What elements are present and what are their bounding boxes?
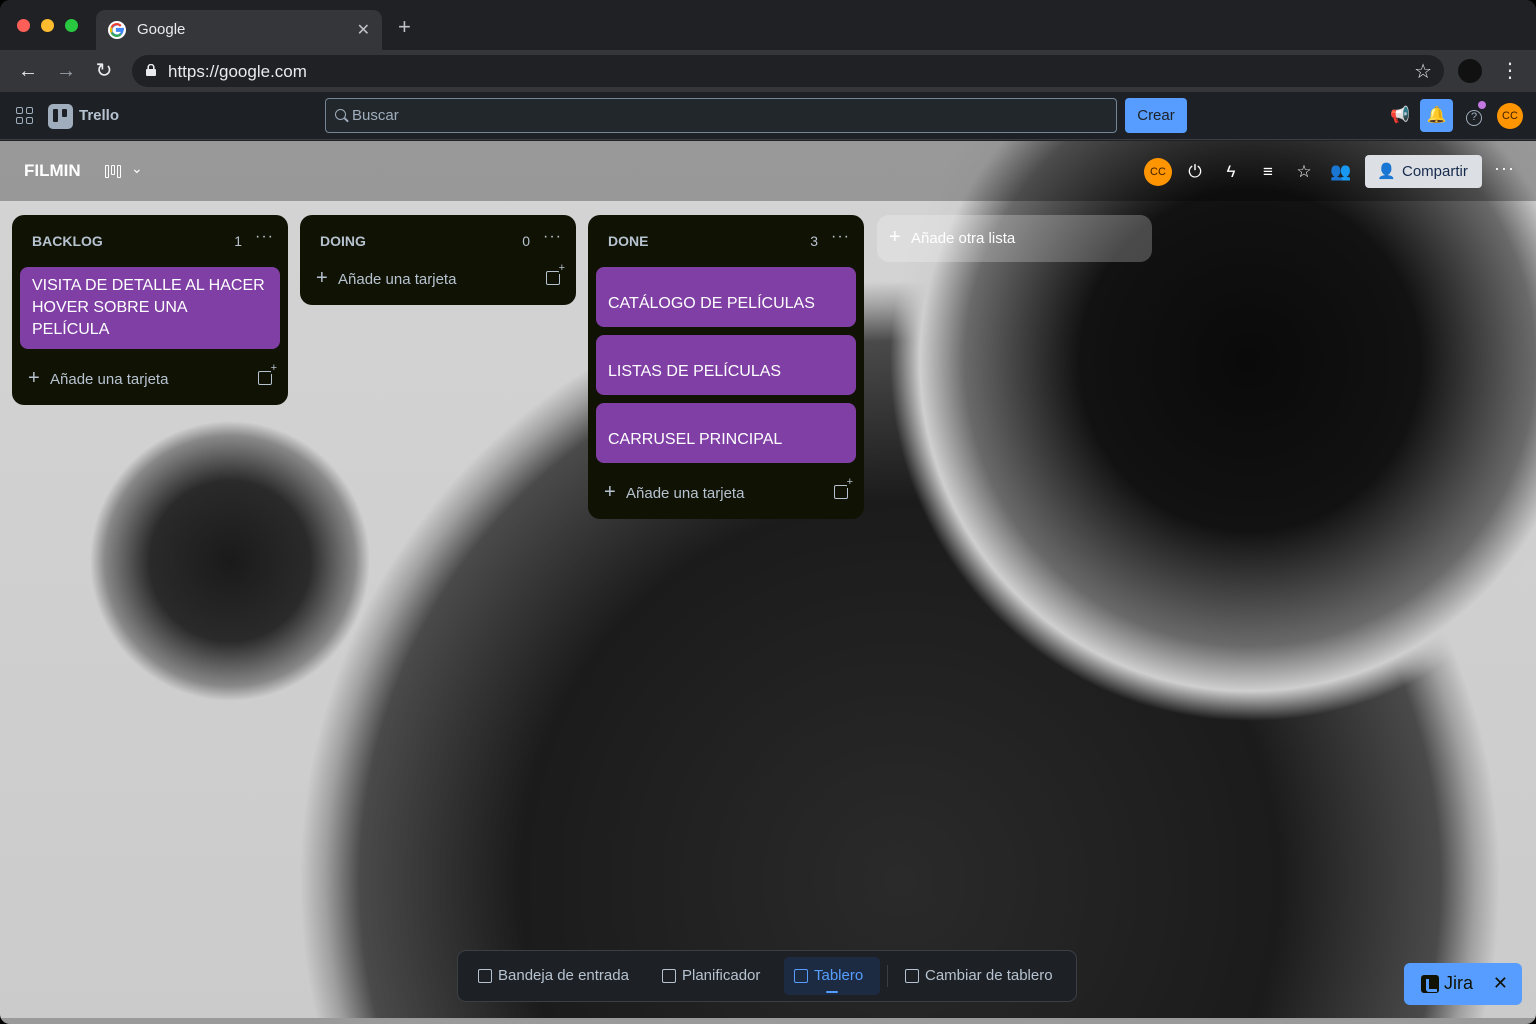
new-tab-button[interactable]: + bbox=[398, 16, 411, 38]
list-menu-icon[interactable]: ··· bbox=[255, 228, 274, 246]
profile-avatar[interactable] bbox=[1458, 59, 1482, 83]
tab-strip: Google ✕ + bbox=[0, 0, 1536, 50]
add-card-button[interactable]: + Añade una tarjeta bbox=[588, 471, 864, 519]
card[interactable]: LISTAS DE PELÍCULAS bbox=[596, 335, 856, 395]
add-card-button[interactable]: + Añade una tarjeta bbox=[300, 257, 576, 305]
list-menu-icon[interactable]: ··· bbox=[831, 228, 850, 246]
megaphone-icon[interactable]: 📢 bbox=[1388, 104, 1412, 128]
dock-planner-label: Planificador bbox=[682, 967, 761, 984]
dock-board-button[interactable]: Tablero bbox=[784, 957, 880, 995]
inbox-icon bbox=[478, 969, 492, 983]
address-bar[interactable]: https://google.com ☆ bbox=[132, 55, 1444, 87]
bottom-nav-dock: Bandeja de entrada Planificador Tablero … bbox=[457, 950, 1077, 1002]
dock-divider bbox=[887, 965, 888, 987]
close-tab-icon[interactable]: ✕ bbox=[357, 20, 370, 40]
board-member-avatar[interactable]: CC bbox=[1144, 158, 1172, 186]
board-view-switcher[interactable]: ⌄ bbox=[105, 160, 147, 181]
board-icon bbox=[794, 969, 808, 983]
dock-board-label: Tablero bbox=[814, 967, 864, 984]
star-board-icon[interactable]: ☆ bbox=[1293, 161, 1315, 183]
reload-button[interactable]: ↻ bbox=[92, 59, 116, 83]
add-person-icon: 👤 bbox=[1377, 163, 1396, 180]
filter-icon[interactable]: ≡ bbox=[1257, 161, 1279, 183]
list-card-count: 0 bbox=[522, 233, 530, 249]
plus-icon: + bbox=[316, 267, 328, 289]
close-window-button[interactable] bbox=[17, 19, 30, 32]
card-template-icon[interactable] bbox=[546, 263, 565, 285]
card[interactable]: VISITA DE DETALLE AL HACER HOVER SOBRE U… bbox=[20, 267, 280, 349]
list-header: DONE 3 ··· bbox=[588, 215, 864, 267]
browser-menu-icon[interactable]: ⋮ bbox=[1500, 58, 1520, 83]
card[interactable]: CATÁLOGO DE PELÍCULAS bbox=[596, 267, 856, 327]
switch-board-icon bbox=[905, 969, 919, 983]
share-button[interactable]: 👤 Compartir bbox=[1365, 155, 1482, 188]
card-template-icon[interactable] bbox=[834, 477, 853, 499]
add-card-label: Añade una tarjeta bbox=[50, 371, 169, 388]
back-button[interactable]: ← bbox=[16, 59, 40, 83]
automation-bolt-icon[interactable]: ϟ bbox=[1220, 161, 1242, 183]
add-card-label: Añade una tarjeta bbox=[626, 485, 745, 502]
jira-widget[interactable]: Jira ✕ bbox=[1404, 963, 1522, 1005]
board-menu-icon[interactable]: ··· bbox=[1494, 158, 1515, 179]
trello-header: Trello Crear 📢 🔔 ? CC bbox=[0, 92, 1536, 140]
calendar-icon bbox=[662, 969, 676, 983]
card-template-icon[interactable] bbox=[258, 363, 277, 385]
plus-icon: + bbox=[28, 367, 40, 389]
dock-switch-board-button[interactable]: Cambiar de tablero bbox=[895, 957, 1067, 995]
board-canvas: FILMIN ⌄ CC ⏻ ϟ ≡ ☆ 👥 👤 Compartir ··· BA… bbox=[0, 141, 1536, 1020]
list-doing: DOING 0 ··· + Añade una tarjeta bbox=[300, 215, 576, 305]
list-menu-icon[interactable]: ··· bbox=[543, 228, 562, 246]
trello-logo-icon[interactable] bbox=[48, 104, 73, 129]
list-title[interactable]: DOING bbox=[320, 233, 366, 249]
card[interactable]: CARRUSEL PRINCIPAL bbox=[596, 403, 856, 463]
add-card-label: Añade una tarjeta bbox=[338, 271, 457, 288]
google-favicon-icon bbox=[108, 21, 126, 39]
bookmark-star-icon[interactable]: ☆ bbox=[1414, 59, 1432, 84]
list-card-count: 1 bbox=[234, 233, 242, 249]
tab-title: Google bbox=[137, 21, 186, 38]
forward-button[interactable]: → bbox=[54, 59, 78, 83]
add-card-button[interactable]: + Añade una tarjeta bbox=[12, 357, 288, 405]
zoom-window-button[interactable] bbox=[65, 19, 78, 32]
jira-logo-icon bbox=[1421, 975, 1439, 993]
browser-window: Google ✕ + ← → ↻ https://google.com ☆ ⋮ … bbox=[0, 0, 1536, 1024]
add-list-button[interactable]: + Añade otra lista bbox=[877, 215, 1152, 262]
dock-switch-board-label: Cambiar de tablero bbox=[925, 967, 1053, 984]
chevron-down-icon: ⌄ bbox=[131, 160, 143, 176]
user-avatar[interactable]: CC bbox=[1497, 103, 1523, 129]
list-title[interactable]: DONE bbox=[608, 233, 648, 249]
board-view-icon bbox=[105, 165, 123, 178]
search-input[interactable] bbox=[352, 99, 1102, 132]
url-text: https://google.com bbox=[168, 62, 307, 81]
plus-icon: + bbox=[604, 481, 616, 503]
add-list-label: Añade otra lista bbox=[911, 230, 1016, 247]
list-done: DONE 3 ··· CATÁLOGO DE PELÍCULAS LISTAS … bbox=[588, 215, 864, 519]
minimize-window-button[interactable] bbox=[41, 19, 54, 32]
notification-dot bbox=[1478, 101, 1486, 109]
close-icon[interactable]: ✕ bbox=[1493, 973, 1508, 994]
create-button[interactable]: Crear bbox=[1125, 98, 1187, 133]
trello-app-name[interactable]: Trello bbox=[79, 107, 119, 124]
browser-toolbar: ← → ↻ https://google.com ☆ ⋮ bbox=[0, 50, 1536, 92]
board-title[interactable]: FILMIN bbox=[24, 161, 81, 181]
browser-tab[interactable]: Google ✕ bbox=[96, 10, 382, 50]
jira-label: Jira bbox=[1444, 973, 1474, 993]
list-title[interactable]: BACKLOG bbox=[32, 233, 103, 249]
window-bottom-edge bbox=[0, 1018, 1536, 1024]
share-label: Compartir bbox=[1402, 163, 1468, 180]
search-box[interactable] bbox=[325, 98, 1117, 133]
list-header: BACKLOG 1 ··· bbox=[12, 215, 288, 267]
app-switcher-icon[interactable] bbox=[16, 107, 33, 124]
visibility-people-icon[interactable]: 👥 bbox=[1330, 161, 1352, 183]
plus-icon: + bbox=[889, 226, 901, 248]
dock-inbox-label: Bandeja de entrada bbox=[498, 967, 629, 984]
power-ups-icon[interactable]: ⏻ bbox=[1184, 161, 1206, 183]
list-card-count: 3 bbox=[810, 233, 818, 249]
dock-planner-button[interactable]: Planificador bbox=[652, 957, 772, 995]
lock-icon bbox=[146, 64, 156, 76]
dock-inbox-button[interactable]: Bandeja de entrada bbox=[468, 957, 638, 995]
notifications-bell-icon[interactable]: 🔔 bbox=[1420, 99, 1453, 132]
search-icon bbox=[335, 109, 346, 120]
list-backlog: BACKLOG 1 ··· VISITA DE DETALLE AL HACER… bbox=[12, 215, 288, 405]
